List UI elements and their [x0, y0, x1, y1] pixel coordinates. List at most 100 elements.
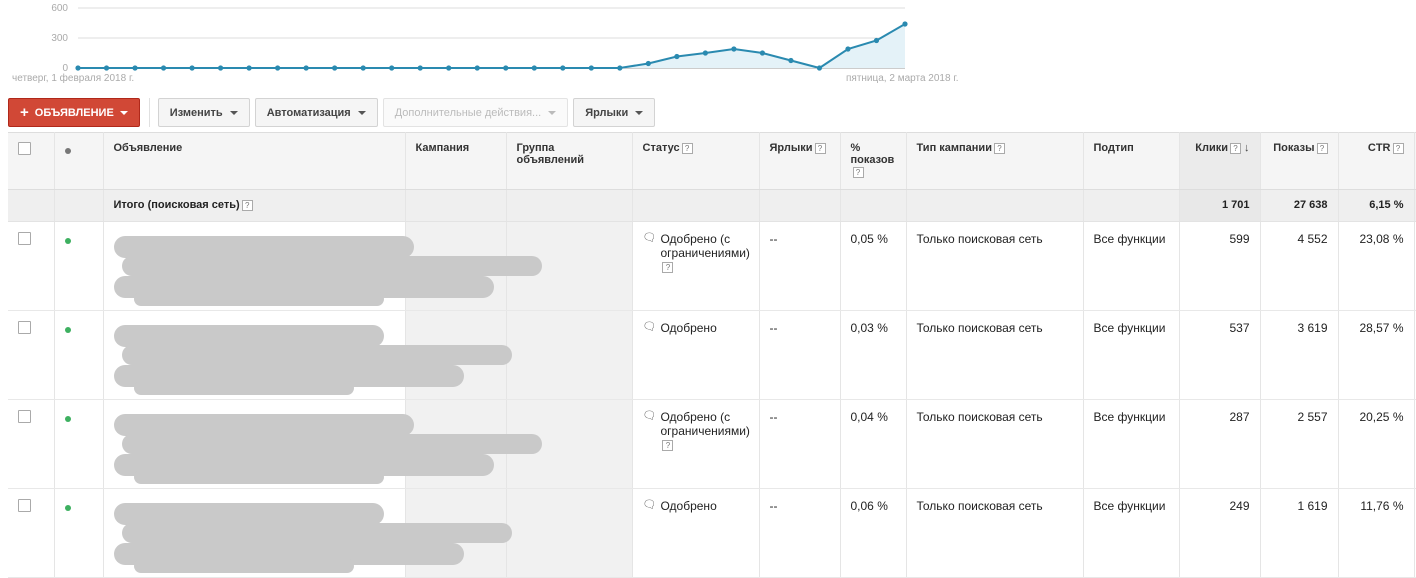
chart-point[interactable]	[674, 53, 680, 60]
header-select-all[interactable]	[8, 132, 55, 190]
chart-point[interactable]	[217, 65, 224, 71]
chart-area	[78, 24, 905, 68]
chart-point[interactable]	[417, 65, 423, 71]
subtype-cell: Все функции	[1083, 221, 1180, 311]
chart-point[interactable]	[160, 65, 167, 71]
table-row[interactable]: 🗨 Одобрено (с ограничениями) ? -- 0,04 % …	[8, 399, 1416, 489]
edit-label: Изменить	[169, 106, 223, 119]
help-icon[interactable]: ?	[662, 440, 674, 452]
header-campaign-type[interactable]: Тип кампании?	[906, 132, 1084, 190]
ad-cell[interactable]	[103, 221, 542, 311]
chart-point[interactable]	[617, 65, 623, 71]
chart-point[interactable]	[759, 50, 766, 56]
chart-point[interactable]	[75, 65, 81, 71]
chevron-down-icon	[357, 110, 366, 115]
impressions-cell: 1 619	[1260, 488, 1339, 578]
header-subtype[interactable]: Подтип	[1083, 132, 1180, 190]
chart-point[interactable]	[531, 65, 537, 71]
chart-point[interactable]	[332, 65, 338, 71]
row-checkbox[interactable]	[18, 321, 31, 334]
row-checkbox[interactable]	[18, 410, 31, 423]
chart-point[interactable]	[731, 46, 737, 52]
chart-point[interactable]	[446, 65, 452, 71]
chart-point[interactable]	[645, 60, 651, 67]
chart-end-label: пятница, 2 марта 2018 г.	[846, 73, 959, 84]
campaign-type-cell: Только поисковая сеть	[906, 399, 1084, 489]
chart-point[interactable]	[560, 65, 566, 71]
comment-icon[interactable]: 🗨	[643, 409, 657, 452]
chart-point[interactable]	[360, 65, 366, 71]
redaction-scribble	[133, 292, 384, 306]
header-campaign[interactable]: Кампания	[405, 132, 507, 190]
table-row[interactable]: 🗨 Одобрено -- 0,06 % Только поисковая сет…	[8, 488, 1416, 578]
chart-point[interactable]	[389, 65, 395, 71]
chart-point[interactable]	[189, 65, 195, 71]
subtype-cell: Все функции	[1083, 399, 1180, 489]
ad-cell[interactable]	[103, 310, 512, 400]
comment-icon[interactable]: 🗨	[643, 231, 657, 274]
redaction-scribble	[113, 414, 414, 436]
chart-point[interactable]	[132, 65, 138, 71]
select-all-checkbox[interactable]	[18, 142, 31, 155]
labels-cell: --	[759, 399, 841, 489]
header-status[interactable]: Статус?	[632, 132, 760, 190]
chart-point[interactable]	[474, 65, 480, 71]
chart-point[interactable]	[588, 65, 594, 71]
chart-point[interactable]	[873, 37, 880, 44]
help-icon[interactable]: ?	[1392, 142, 1404, 154]
header-ad-group[interactable]: Группа объявлений	[506, 132, 633, 190]
more-actions-button[interactable]: Дополнительные действия...	[382, 98, 569, 127]
ad-cell[interactable]	[103, 399, 542, 489]
chart-point[interactable]	[103, 65, 110, 71]
help-icon[interactable]: ?	[1230, 142, 1241, 154]
help-icon[interactable]: ?	[662, 262, 674, 274]
header-subtype-label: Подтип	[1093, 142, 1134, 154]
table-row[interactable]: 🗨 Одобрено (с ограничениями) ? -- 0,05 % …	[8, 221, 1416, 311]
campaign-type-cell: Только поисковая сеть	[906, 310, 1084, 400]
table-row[interactable]: 🗨 Одобрено -- 0,03 % Только поисковая сет…	[8, 310, 1416, 400]
labels-button[interactable]: Ярлыки	[573, 98, 656, 127]
header-labels[interactable]: Ярлыки?	[759, 132, 841, 190]
header-ad-group-label: Группа объявлений	[516, 142, 585, 166]
ad-cell[interactable]	[103, 488, 512, 578]
ad-group-cell[interactable]	[506, 310, 633, 400]
comment-icon[interactable]: 🗨	[643, 320, 657, 335]
header-impressions[interactable]: Показы?	[1260, 132, 1339, 190]
chart-point[interactable]	[702, 50, 708, 56]
chevron-down-icon	[635, 110, 644, 115]
automation-button[interactable]: Автоматизация	[254, 98, 378, 127]
header-clicks[interactable]: Клики? ↓	[1179, 132, 1261, 190]
row-checkbox[interactable]	[18, 499, 31, 512]
chart-point[interactable]	[275, 65, 281, 71]
chart-point[interactable]	[246, 65, 252, 71]
help-icon[interactable]: ?	[814, 142, 826, 154]
redacted-ad-text	[113, 499, 512, 573]
impr-share-cell: 0,05 %	[840, 221, 907, 311]
add-ad-button[interactable]: + ОБЪЯВЛЕНИЕ	[8, 98, 140, 127]
ctr-cell: 20,25 %	[1338, 399, 1415, 489]
chart-point[interactable]	[816, 65, 823, 71]
header-ctr[interactable]: CTR?	[1338, 132, 1415, 190]
help-icon[interactable]: ?	[852, 166, 864, 178]
chart-point[interactable]	[503, 65, 509, 71]
chart-point[interactable]	[902, 21, 908, 27]
redaction-scribble	[113, 325, 384, 347]
labels-label: Ярлыки	[585, 106, 629, 119]
help-icon[interactable]: ?	[1316, 142, 1328, 154]
edit-button[interactable]: Изменить	[157, 98, 250, 127]
chart-point[interactable]	[788, 57, 794, 64]
help-icon[interactable]: ?	[993, 142, 1005, 154]
help-icon[interactable]: ?	[681, 142, 693, 154]
impressions-cell: 2 557	[1260, 399, 1339, 489]
row-checkbox[interactable]	[18, 232, 31, 245]
ad-group-cell[interactable]	[506, 488, 633, 578]
status-text: Одобрено	[660, 499, 717, 513]
redacted-ad-text	[113, 410, 542, 484]
help-icon[interactable]: ?	[241, 199, 253, 211]
comment-icon[interactable]: 🗨	[643, 498, 657, 513]
header-ad[interactable]: Объявление	[103, 132, 406, 190]
chart-point[interactable]	[303, 65, 309, 71]
header-impr-share[interactable]: % показов?	[840, 132, 907, 190]
chart-point[interactable]	[845, 46, 851, 52]
chart-start-label: четверг, 1 февраля 2018 г.	[12, 72, 134, 84]
